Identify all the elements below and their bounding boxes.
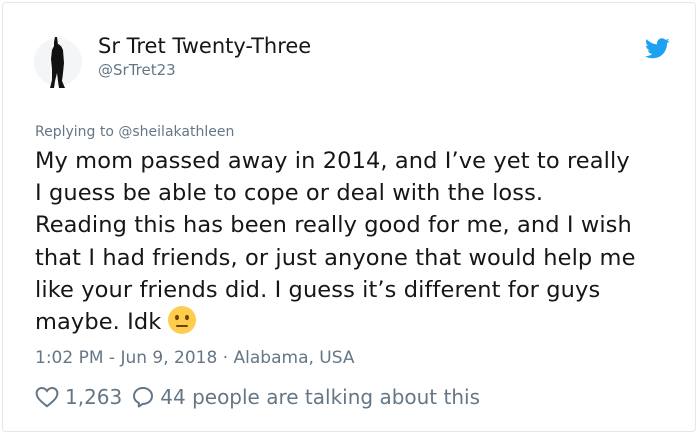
author-handle[interactable]: @SrTret23 (98, 61, 176, 79)
replying-to-label: Replying to (35, 124, 114, 140)
replying-to-user-link[interactable]: @sheilakathleen (118, 124, 234, 140)
like-button[interactable]: 1,263 (35, 385, 132, 409)
tweet-card: Sr Tret Twenty-Three @SrTret23 Replying … (2, 2, 696, 432)
tweet-line: that I had friends, or just anyone that … (35, 244, 636, 271)
tweet-time[interactable]: 1:02 PM (35, 348, 104, 368)
tweet-date[interactable]: Jun 9, 2018 (120, 348, 217, 368)
heart-icon (35, 386, 59, 408)
tweet-text: My mom passed away in 2014, and I’ve yet… (35, 145, 685, 338)
tweet-line: My mom passed away in 2014, and I’ve yet… (35, 148, 630, 174)
tweet-line: like your friends did. I guess it’s diff… (35, 276, 601, 303)
avatar[interactable] (33, 33, 83, 91)
meta-separator: - (108, 348, 121, 368)
avatar-silhouette-icon (34, 37, 82, 88)
tweet-line: Reading this has been really good for me… (35, 212, 632, 239)
tweet-location[interactable]: Alabama, USA (234, 348, 355, 368)
twitter-bird-icon[interactable] (645, 38, 670, 59)
tweet-meta: 1:02 PM - Jun 9, 2018 · Alabama, USA (35, 348, 354, 368)
conversation-link[interactable]: 44 people are talking about this (132, 385, 480, 409)
tweet-line: maybe. Idk (35, 309, 162, 336)
speech-bubble-icon (133, 387, 154, 408)
replying-to: Replying to @sheilakathleen (35, 124, 234, 140)
neutral-face-emoji-icon (167, 305, 197, 335)
author-name[interactable]: Sr Tret Twenty-Three (98, 34, 311, 58)
like-count: 1,263 (65, 385, 123, 409)
talking-count: 44 people are talking about this (160, 385, 481, 409)
meta-dot: · (222, 348, 234, 368)
tweet-line: I guess be able to cope or deal with the… (35, 180, 544, 207)
tweet-actions: 1,263 44 people are talking about this (35, 383, 480, 411)
tweet-line-last: maybe. Idk (35, 305, 685, 338)
